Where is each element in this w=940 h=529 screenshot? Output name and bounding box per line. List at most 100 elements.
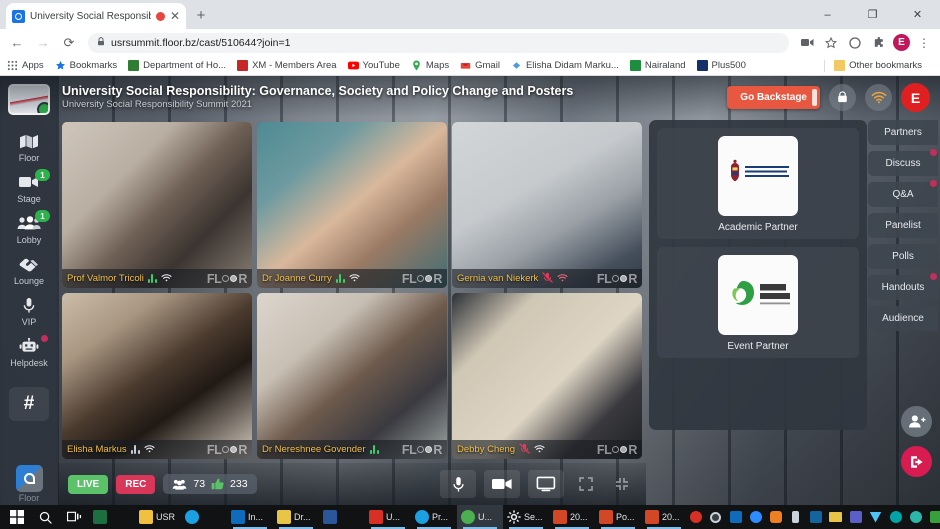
taskbar-item-powerpoint-2[interactable]: Po... <box>595 505 641 529</box>
sidebar-item-helpdesk[interactable]: Helpdesk <box>0 332 58 373</box>
tab-panelist[interactable]: Panelist <box>868 213 938 238</box>
rec-badge[interactable]: REC <box>116 474 156 494</box>
search-dot-icon[interactable] <box>707 505 724 529</box>
bookmark-elisha-didam-marku[interactable]: Elisha Didam Marku... <box>511 60 619 71</box>
bag-icon[interactable] <box>829 84 856 111</box>
browser-profile-avatar[interactable]: E <box>893 34 910 51</box>
firefox-icon[interactable] <box>767 505 784 529</box>
taskbar-item-edge[interactable]: Pr... <box>411 505 457 529</box>
bookmark-gmail[interactable]: Gmail <box>460 60 500 71</box>
window-close-button[interactable]: ✕ <box>895 0 940 29</box>
other-bookmarks-button[interactable]: Other bookmarks <box>834 60 922 71</box>
video-tile-dr-nereshnee-govender[interactable]: Dr Nereshnee Govender FL R <box>257 293 447 459</box>
address-bar[interactable]: usrsummit.floor.bz/cast/510644?join=1 <box>88 32 789 53</box>
window-maximize-button[interactable]: ❐ <box>850 0 895 29</box>
mail-icon[interactable] <box>827 505 844 529</box>
bookmarks-separator <box>824 59 826 72</box>
bookmark-bookmarks[interactable]: Bookmarks <box>55 60 117 71</box>
camera-icon[interactable] <box>484 470 520 498</box>
tab-close-icon[interactable]: ✕ <box>170 10 180 22</box>
taskbar-item-settings[interactable]: Se... <box>503 505 549 529</box>
reload-button[interactable]: ⟳ <box>58 32 80 54</box>
expand-icon[interactable] <box>572 471 600 497</box>
user-avatar[interactable]: E <box>901 83 930 112</box>
usb-icon[interactable] <box>787 505 804 529</box>
star-icon[interactable] <box>821 33 841 53</box>
forward-button[interactable]: → <box>32 32 54 54</box>
browser-menu-button[interactable]: ⋮ <box>914 33 934 53</box>
camera-icon[interactable] <box>797 33 817 53</box>
tab-partners[interactable]: Partners <box>868 120 938 145</box>
dashlane-icon[interactable] <box>887 505 904 529</box>
partner-card-event[interactable]: Event Partner <box>657 247 859 358</box>
go-backstage-button[interactable]: Go Backstage <box>727 86 820 109</box>
sidebar-item-stage[interactable]: 1 Stage <box>0 168 58 209</box>
video-tile-gernia-van-niekerk[interactable]: Gernia van Niekerk FL R <box>452 122 642 288</box>
mailbird-icon[interactable] <box>867 505 884 529</box>
wifi-signal-icon[interactable] <box>865 84 892 111</box>
tab-discuss[interactable]: Discuss <box>868 149 938 176</box>
bookmark-youtube[interactable]: YouTube <box>347 60 400 71</box>
new-tab-button[interactable]: + <box>192 7 210 25</box>
profile-circle-icon[interactable] <box>845 33 865 53</box>
taskbar-item-excel[interactable] <box>89 505 135 529</box>
collapse-icon[interactable] <box>608 471 636 497</box>
outlook-icon[interactable] <box>727 505 744 529</box>
live-badge[interactable]: LIVE <box>68 474 109 494</box>
stats-pill[interactable]: 73 233 <box>163 474 257 494</box>
bookmark-department-of-ho[interactable]: Department of Ho... <box>128 60 226 71</box>
edge-icon <box>415 510 429 524</box>
leave-icon[interactable] <box>901 446 932 477</box>
add-person-icon[interactable] <box>901 406 932 437</box>
tab-polls[interactable]: Polls <box>868 244 938 269</box>
shield-icon[interactable] <box>927 505 940 529</box>
search-icon[interactable] <box>31 505 60 529</box>
channels-hash-button[interactable]: # <box>9 387 49 421</box>
bookmark-maps[interactable]: Maps <box>411 60 449 71</box>
notification-dot <box>930 149 937 156</box>
window-minimize-button[interactable]: – <box>805 0 850 29</box>
taskbar-item-powerpoint-1[interactable]: 20... <box>549 505 595 529</box>
video-tile-prof-valmor-tricoli[interactable]: Prof Valmor Tricoli FL R <box>62 122 252 288</box>
taskbar-item-dr[interactable]: Dr... <box>273 505 319 529</box>
bookmark-nairaland[interactable]: Nairaland <box>629 60 686 71</box>
record-icon[interactable] <box>687 505 704 529</box>
video-tile-dr-joanne-curry[interactable]: Dr Joanne Curry FL R <box>257 122 447 288</box>
bookmark-xm-members-area[interactable]: XM - Members Area <box>237 60 337 71</box>
floor-watermark: FL R <box>596 271 638 286</box>
microphone-icon[interactable] <box>440 470 476 498</box>
taskbar-item-internet-explorer[interactable] <box>181 505 227 529</box>
tab-audience[interactable]: Audience <box>868 306 938 331</box>
taskbar-item-pdf[interactable]: U... <box>365 505 411 529</box>
malwarebytes-icon[interactable] <box>807 505 824 529</box>
partner-card-academic[interactable]: Academic Partner <box>657 128 859 239</box>
taskbar-item-word[interactable] <box>319 505 365 529</box>
taskbar-item-powerpoint-3[interactable]: 20... <box>641 505 687 529</box>
sidebar-item-floor[interactable]: Floor <box>0 127 58 168</box>
sidebar-item-floor-logo[interactable]: Floor <box>15 465 43 503</box>
sidebar-item-lobby[interactable]: 1 Lobby <box>0 209 58 250</box>
back-button[interactable]: ← <box>6 32 28 54</box>
antivirus-icon[interactable] <box>907 505 924 529</box>
sidebar-item-lounge[interactable]: Lounge <box>0 250 58 291</box>
browser-tab[interactable]: University Social Responsibi ✕ <box>6 3 186 29</box>
bookmark-apps[interactable]: Apps <box>7 60 44 71</box>
participant-name: Dr Joanne Curry <box>262 273 332 284</box>
video-tile-debby-cheng[interactable]: Debby Cheng FL R <box>452 293 642 459</box>
tab-handouts[interactable]: Handouts <box>868 273 938 300</box>
powerpoint-icon <box>553 510 567 524</box>
taskbar-item-usr-folder[interactable]: USR <box>135 505 181 529</box>
bookmark-plus500[interactable]: Plus500 <box>696 60 746 71</box>
video-tile-elisha-markus[interactable]: Elisha Markus FL R <box>62 293 252 459</box>
screen-share-icon[interactable] <box>528 470 564 498</box>
taskbar-item-inbox[interactable]: In... <box>227 505 273 529</box>
tab-qa[interactable]: Q&A <box>868 180 938 207</box>
zoom-icon[interactable] <box>747 505 764 529</box>
start-icon[interactable] <box>2 505 31 529</box>
task-view-icon[interactable] <box>60 505 89 529</box>
teams-icon[interactable] <box>847 505 864 529</box>
sidebar-item-vip[interactable]: VIP <box>0 291 58 332</box>
extensions-icon[interactable] <box>869 33 889 53</box>
apps-grid-icon <box>7 60 18 71</box>
taskbar-item-chrome[interactable]: U... <box>457 505 503 529</box>
